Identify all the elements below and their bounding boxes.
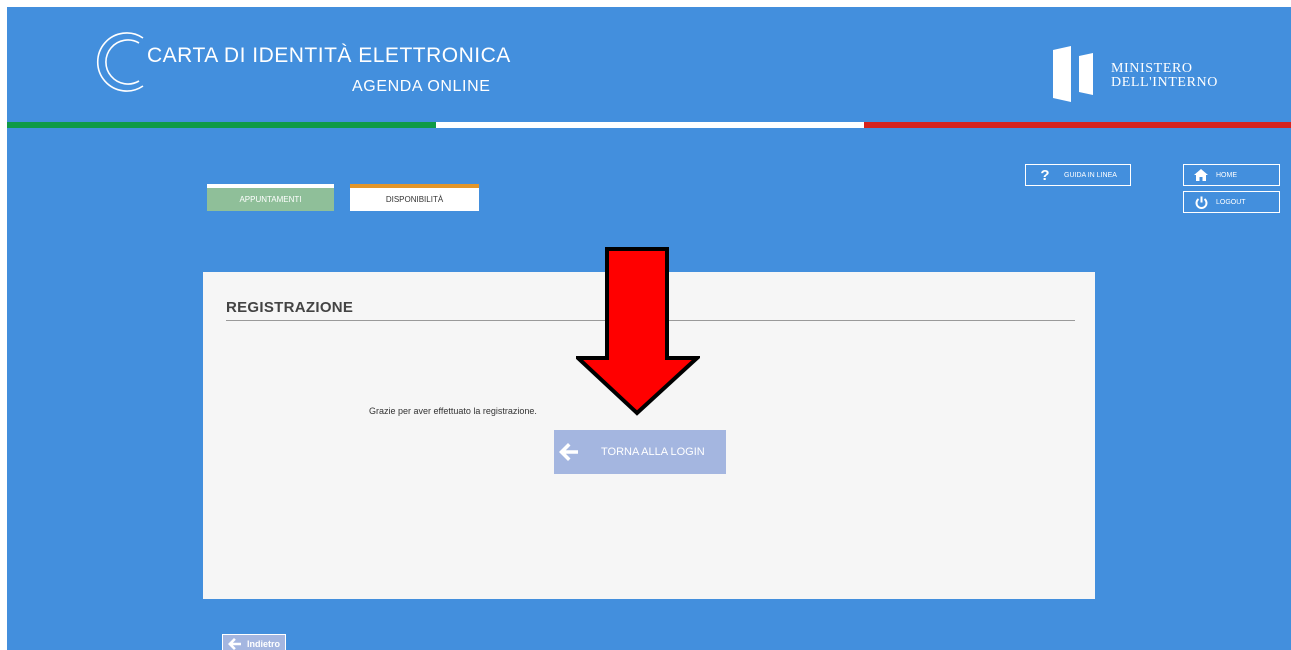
power-icon [1194,195,1208,209]
card-title: REGISTRAZIONE [226,299,354,316]
tricolor-white [436,122,864,128]
indietro-button[interactable]: Indietro [222,634,286,650]
torna-alla-login-label: TORNA ALLA LOGIN [601,446,705,458]
guida-in-linea-button[interactable]: ? GUIDA IN LINEA [1025,164,1131,186]
tricolor-bar [7,122,1291,128]
logout-button[interactable]: LOGOUT [1183,191,1280,213]
tab-appuntamenti[interactable]: APPUNTAMENTI [207,184,334,211]
confirmation-message: Grazie per aver effettuato la registrazi… [369,406,537,416]
ministry-name: MINISTERO DELL'INTERNO [1111,62,1218,90]
cie-logo-icon [97,32,144,92]
app-background: CARTA DI IDENTITÀ ELETTRONICA AGENDA ONL… [7,7,1291,650]
app-title: CARTA DI IDENTITÀ ELETTRONICA [147,44,511,67]
torna-alla-login-button[interactable]: TORNA ALLA LOGIN [554,430,726,474]
tab-disponibilita[interactable]: DISPONIBILITÀ [350,184,479,211]
ministry-emblem-icon [1053,46,1093,102]
home-button[interactable]: HOME [1183,164,1280,186]
tricolor-green [7,122,436,128]
home-icon [1194,168,1208,182]
red-down-arrow-icon [576,247,700,416]
ministry-line-1: MINISTERO [1111,61,1193,76]
ministry-line-2: DELL'INTERNO [1111,75,1218,90]
arrow-left-icon [228,638,241,650]
logout-label: LOGOUT [1216,198,1246,206]
home-label: HOME [1216,171,1237,179]
tricolor-red [864,122,1291,128]
indietro-label: Indietro [247,639,280,649]
app-subtitle: AGENDA ONLINE [352,78,491,95]
arrow-left-icon [559,443,578,461]
guida-in-linea-label: GUIDA IN LINEA [1064,171,1117,179]
question-icon: ? [1040,166,1050,184]
